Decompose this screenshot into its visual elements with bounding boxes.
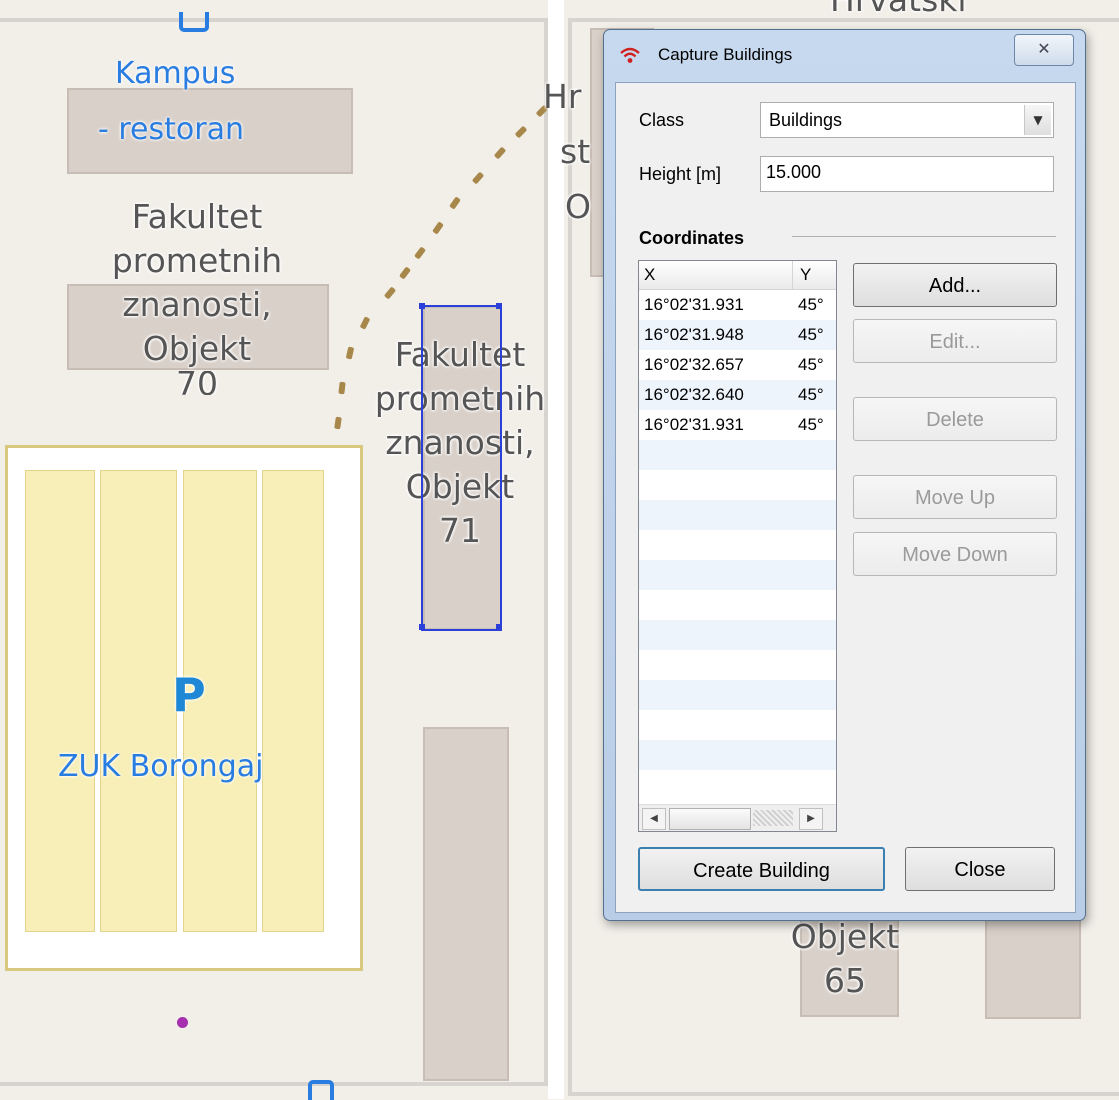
- map-label-line: Objekt: [142, 329, 252, 368]
- map-poi-dot: [177, 1017, 188, 1028]
- scrollbar-thumb[interactable]: [669, 808, 751, 830]
- map-label-line: znanosti,: [122, 285, 272, 324]
- scroll-left-icon[interactable]: ◀: [642, 808, 666, 830]
- map-label-hr-3: O: [565, 187, 591, 226]
- empty-list-row[interactable]: [639, 680, 836, 710]
- column-separator[interactable]: [792, 261, 793, 289]
- dialog-title: Capture Buildings: [658, 45, 793, 64]
- coordinates-list[interactable]: X Y 16°02'31.931 45° 16°02'31.948 45° 16°02'…: [638, 260, 837, 832]
- horizontal-scrollbar[interactable]: ◀ ▶: [639, 804, 836, 831]
- delete-coordinate-button[interactable]: Delete: [853, 397, 1057, 441]
- bus-stop-icon: [308, 1080, 334, 1100]
- map-label-line: 65: [824, 961, 866, 1000]
- coordinates-list-header: X Y: [639, 261, 836, 290]
- empty-list-row[interactable]: [639, 710, 836, 740]
- map-parking-lot-1: [25, 470, 95, 932]
- map-label-line: prometnih: [111, 241, 283, 280]
- coordinate-x-cell: 16°02'32.640: [644, 385, 744, 404]
- map-parking-lot-2: [100, 470, 177, 932]
- dialog-titlebar[interactable]: Capture Buildings ✕: [604, 30, 1085, 82]
- class-label: Class: [639, 110, 685, 130]
- coordinate-y-cell: 45°: [798, 295, 824, 314]
- coordinate-row[interactable]: 16°02'32.657 45°: [639, 350, 836, 380]
- map-label-hr-2: st: [560, 132, 591, 171]
- map-label-objekt-70: Fakultet prometnih znanosti, Objekt 70: [62, 195, 332, 395]
- map-label-line: Objekt: [790, 917, 900, 956]
- empty-list-row[interactable]: [639, 590, 836, 620]
- selection-vertex-handle[interactable]: [419, 624, 425, 630]
- empty-list-row[interactable]: [639, 500, 836, 530]
- map-building-south: [423, 727, 509, 1081]
- height-input[interactable]: 15.000: [760, 156, 1054, 192]
- coordinate-x-cell: 16°02'31.948: [644, 325, 744, 344]
- height-label: Height [m]: [639, 164, 722, 184]
- coordinate-y-cell: 45°: [798, 325, 824, 344]
- coordinate-x-cell: 16°02'31.931: [644, 415, 744, 434]
- close-button[interactable]: Close: [905, 847, 1055, 891]
- add-coordinate-button[interactable]: Add...: [853, 263, 1057, 307]
- coordinate-y-cell: 45°: [798, 355, 824, 374]
- coordinate-row[interactable]: 16°02'31.931 45°: [639, 290, 836, 320]
- selection-vertex-handle[interactable]: [419, 303, 425, 309]
- map-label-objekt-65: Objekt 65: [770, 915, 920, 1003]
- edit-coordinate-button[interactable]: Edit...: [853, 319, 1057, 363]
- class-dropdown-value: Buildings: [769, 110, 843, 130]
- coordinates-divider: [792, 236, 1056, 237]
- map-label-zuk-borongaj: ZUK Borongaj: [58, 749, 264, 784]
- empty-list-row[interactable]: [639, 650, 836, 680]
- building-selection-outline[interactable]: [421, 305, 502, 631]
- coordinate-x-cell: 16°02'32.657: [644, 355, 744, 374]
- bus-stop-icon: [179, 12, 209, 32]
- map-label-hrvatski: Hrvatski: [830, 0, 967, 22]
- map-label-line: 70: [176, 371, 218, 395]
- selection-vertex-handle[interactable]: [496, 624, 502, 630]
- empty-list-row[interactable]: [639, 740, 836, 770]
- scrollbar-track[interactable]: [753, 810, 793, 826]
- coordinate-row[interactable]: 16°02'31.948 45°: [639, 320, 836, 350]
- empty-list-row[interactable]: [639, 560, 836, 590]
- create-building-button[interactable]: Create Building: [638, 847, 885, 891]
- coordinate-y-cell: 45°: [798, 385, 824, 404]
- capture-buildings-dialog: Capture Buildings ✕ Class Buildings ▼ He…: [603, 29, 1086, 921]
- close-icon[interactable]: ✕: [1014, 34, 1074, 66]
- coordinate-row[interactable]: 16°02'32.640 45°: [639, 380, 836, 410]
- empty-list-row[interactable]: [639, 470, 836, 500]
- map-label-line: Fakultet: [131, 197, 263, 236]
- map-label-kampus: Kampus: [115, 56, 236, 91]
- scroll-right-icon[interactable]: ▶: [799, 808, 823, 830]
- wifi-signal-icon: [619, 46, 641, 69]
- map-parking-lot-4: [262, 470, 324, 932]
- dialog-body: Class Buildings ▼ Height [m] 15.000 Coor…: [615, 82, 1076, 913]
- coordinate-row[interactable]: 16°02'31.931 45°: [639, 410, 836, 440]
- class-dropdown[interactable]: Buildings ▼: [760, 102, 1054, 138]
- map-label-restoran: - restoran: [98, 112, 244, 147]
- move-up-button[interactable]: Move Up: [853, 475, 1057, 519]
- move-down-button[interactable]: Move Down: [853, 532, 1057, 576]
- coordinates-heading: Coordinates: [639, 228, 745, 248]
- coordinate-y-cell: 45°: [798, 415, 824, 434]
- map-label-hr-1: Hr: [543, 77, 582, 116]
- column-header-y[interactable]: Y: [800, 265, 811, 285]
- empty-list-row[interactable]: [639, 440, 836, 470]
- chevron-down-icon[interactable]: ▼: [1024, 105, 1051, 135]
- parking-icon: P: [172, 668, 206, 722]
- empty-list-row[interactable]: [639, 620, 836, 650]
- coordinate-x-cell: 16°02'31.931: [644, 295, 744, 314]
- empty-list-row[interactable]: [639, 530, 836, 560]
- selection-vertex-handle[interactable]: [496, 303, 502, 309]
- column-header-x[interactable]: X: [644, 265, 655, 285]
